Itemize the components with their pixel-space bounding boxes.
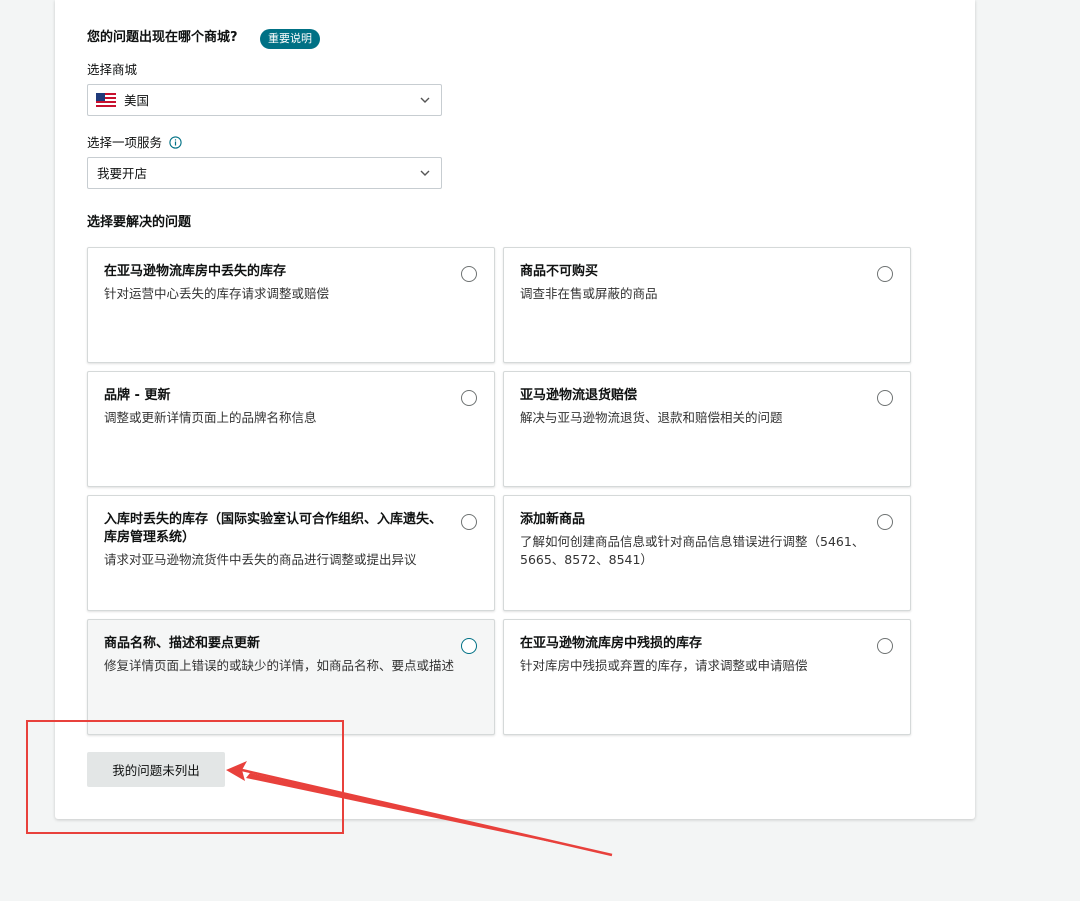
annotation-arrow-icon bbox=[226, 761, 613, 857]
